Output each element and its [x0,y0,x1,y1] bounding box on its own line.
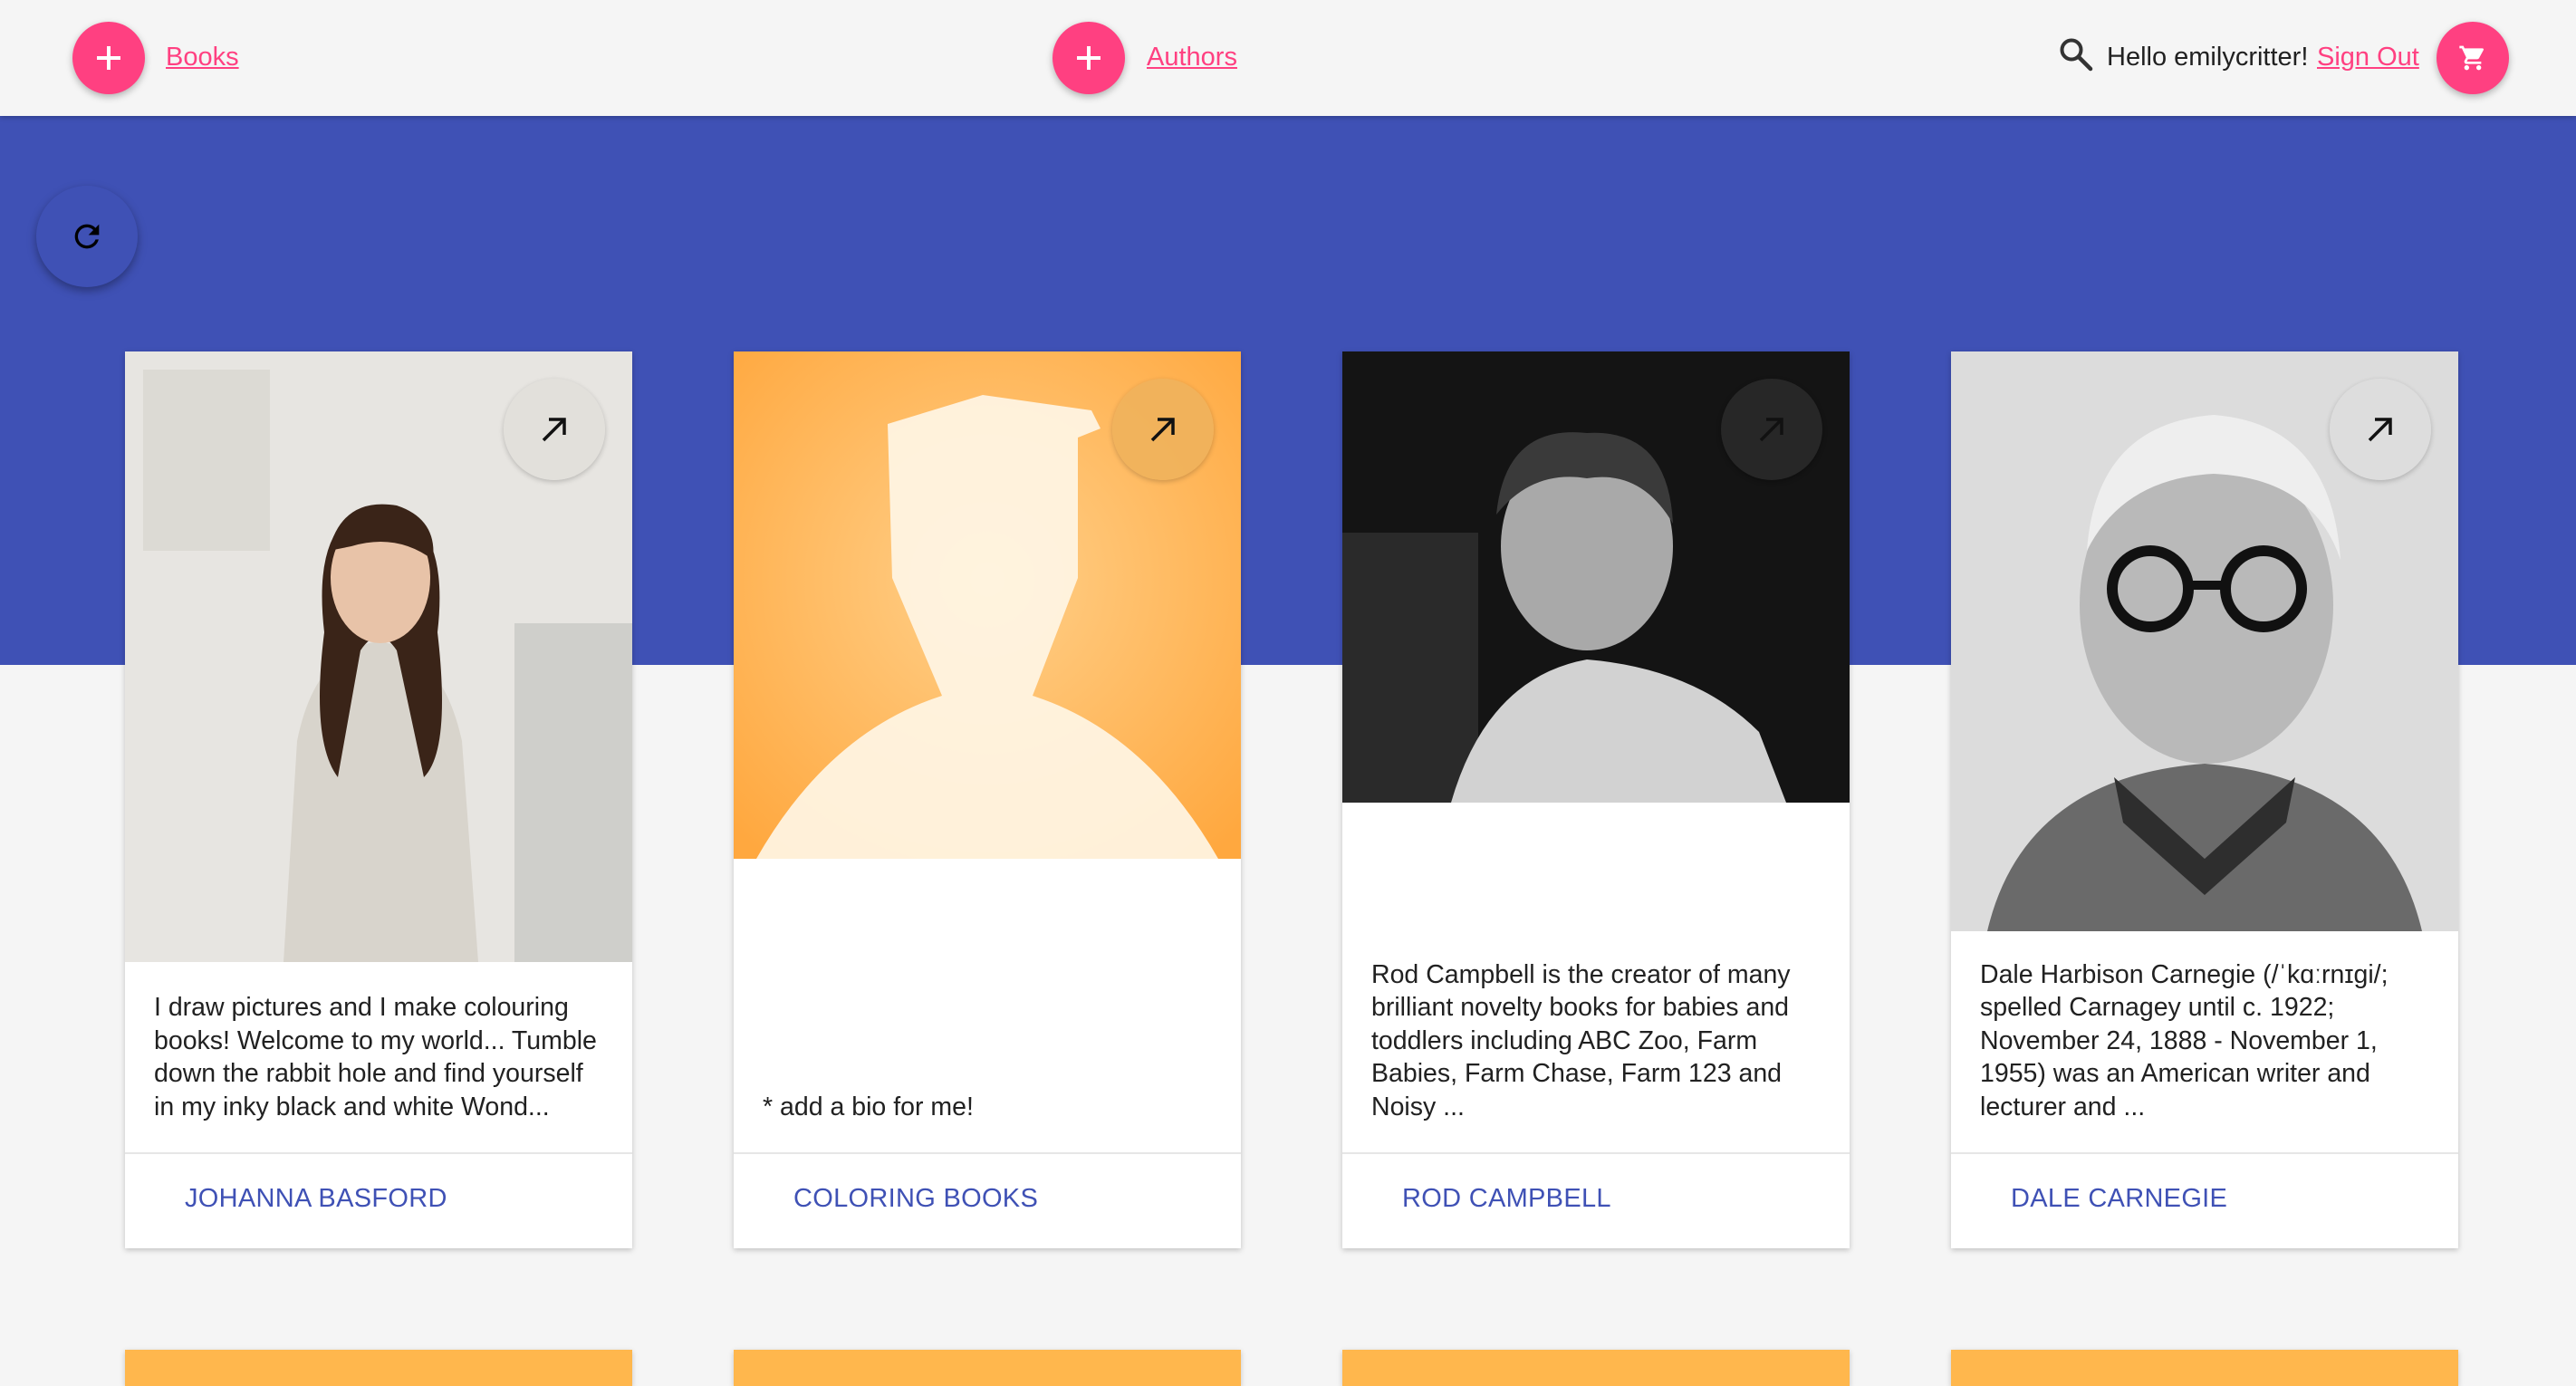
plus-icon [1077,46,1101,70]
arrow-up-right-icon [1759,418,1783,442]
arrow-up-right-icon [1150,418,1175,442]
sign-out-link[interactable]: Sign Out [2317,43,2419,72]
card-divider [1951,1152,2458,1154]
open-author-button[interactable] [1112,379,1214,480]
top-app-bar: Books Authors Hello emilycritter! Sign O… [0,0,2576,116]
author-name-link[interactable]: DALE CARNEGIE [2011,1184,2227,1214]
plus-icon [97,46,120,70]
author-card: * add a bio for me! COLORING BOOKS [734,351,1241,1248]
search-icon [2060,38,2093,72]
card-divider [1342,1152,1850,1154]
author-card-next-row[interactable] [125,1350,632,1386]
author-bio: * add a bio for me! [763,1092,974,1121]
authors-link[interactable]: Authors [1147,43,1237,72]
author-card-next-row[interactable] [1342,1350,1850,1386]
add-author-button[interactable] [1053,22,1125,94]
books-link[interactable]: Books [166,43,239,72]
arrow-up-right-icon [2368,418,2392,442]
author-name-link[interactable]: JOHANNA BASFORD [185,1184,447,1214]
greeting-text: Hello emilycritter! [2107,43,2309,72]
open-author-button[interactable] [2330,379,2431,480]
author-name-link[interactable]: COLORING BOOKS [793,1184,1038,1214]
cart-button[interactable] [2437,22,2509,94]
arrow-up-right-icon [542,418,566,442]
open-author-button[interactable] [1721,379,1822,480]
author-bio: Dale Harbison Carnegie (/ˈkɑːrnɪɡi/; spe… [1980,959,2389,1121]
card-divider [125,1152,632,1154]
card-divider [734,1152,1241,1154]
cart-icon [2459,45,2485,71]
author-name-link[interactable]: ROD CAMPBELL [1402,1184,1611,1214]
author-card-next-row[interactable] [1951,1350,2458,1386]
open-author-button[interactable] [504,379,605,480]
search-button[interactable] [2058,36,2094,72]
refresh-button[interactable] [36,186,138,287]
author-card: I draw pictures and I make colouring boo… [125,351,632,1248]
author-bio: Rod Campbell is the creator of many bril… [1371,959,1791,1121]
refresh-icon [74,224,100,249]
author-card: Rod Campbell is the creator of many bril… [1342,351,1850,1248]
add-book-button[interactable] [72,22,145,94]
author-bio: I draw pictures and I make colouring boo… [154,993,597,1121]
author-card: Dale Harbison Carnegie (/ˈkɑːrnɪɡi/; spe… [1951,351,2458,1248]
author-card-next-row[interactable] [734,1350,1241,1386]
